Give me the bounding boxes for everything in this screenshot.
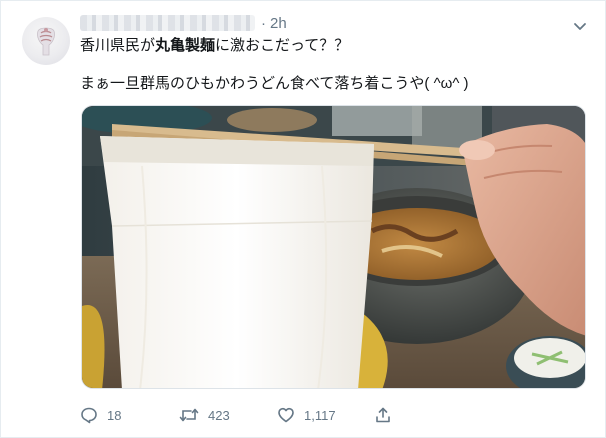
tweet-text-line2: まぁ一旦群馬のひもかわうどん食べて落ち着こうや( ^ω^ ) [80,75,469,92]
tweet-card[interactable]: · 2h 香川県民が丸亀製麺に激おこだって？？ まぁ一旦群馬のひもかわうどん食べ… [0,0,606,438]
photo-udon-noodle [82,106,585,388]
retweet-icon [179,408,199,422]
tweet-text-line1: 香川県民が丸亀製麺に激おこだって？？ [80,36,349,56]
like-count: 1,117 [304,407,336,423]
tweet-text-suffix: に激おこだって？？ [215,37,350,54]
reply-icon [81,407,97,424]
heart-icon [278,407,294,423]
separator-dot: · [261,14,266,32]
avatar-image [37,27,55,56]
retweet-button[interactable]: 423 [179,403,230,427]
reply-button[interactable]: 18 [80,403,121,427]
timestamp[interactable]: 2h [270,15,287,32]
tweet-text-bold: 丸亀製麺 [155,37,216,54]
avatar[interactable] [22,17,70,65]
chevron-down-icon[interactable] [571,17,589,35]
tweet-actions: 18 423 1,117 [80,403,520,427]
tweet-text-prefix: 香川県民が [80,37,156,54]
share-icon [376,407,390,423]
share-button[interactable] [374,403,392,427]
reply-count: 18 [107,407,122,423]
tweet-header: · 2h [80,12,287,34]
retweet-count: 423 [208,407,230,423]
blurred-username[interactable] [80,15,255,31]
like-button[interactable]: 1,117 [277,403,336,427]
tweet-photo[interactable] [81,105,586,389]
